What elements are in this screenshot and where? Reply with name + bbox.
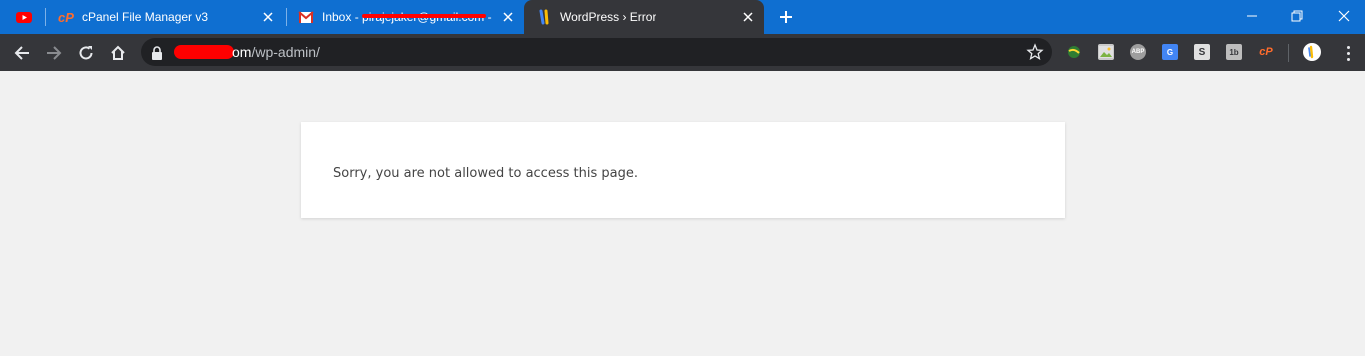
s-icon[interactable]: S (1194, 44, 1210, 60)
cpanel-icon: cP (58, 9, 74, 25)
abp-icon[interactable]: ABP (1130, 44, 1146, 60)
lock-icon (151, 45, 163, 60)
tab-strip: cP cPanel File Manager v3 Inbox - piraje… (0, 0, 1365, 34)
restore-button[interactable] (1287, 6, 1307, 26)
tab-youtube[interactable] (0, 0, 44, 34)
redaction-mark (174, 45, 234, 59)
error-message: Sorry, you are not allowed to access thi… (333, 166, 638, 181)
close-icon[interactable] (260, 9, 276, 25)
tab-title: cPanel File Manager v3 (82, 10, 209, 24)
globe-icon[interactable] (1066, 44, 1082, 60)
url-path: /wp-admin/ (251, 44, 320, 60)
forward-button[interactable] (43, 42, 65, 64)
translate-icon[interactable]: G (1162, 44, 1178, 60)
1b-icon[interactable]: 1b (1226, 44, 1242, 60)
url-text[interactable]: om/wp-admin/ (174, 44, 320, 60)
home-button[interactable] (107, 42, 129, 64)
youtube-icon (16, 9, 32, 25)
reload-button[interactable] (75, 42, 97, 64)
bookmark-star-icon[interactable] (1026, 43, 1044, 61)
address-bar[interactable]: om/wp-admin/ (141, 38, 1052, 66)
close-icon[interactable] (500, 9, 516, 25)
redaction-mark (362, 14, 486, 18)
tab-title: WordPress › Error (560, 10, 657, 24)
close-window-button[interactable] (1334, 6, 1354, 26)
tab-cpanel[interactable]: cP cPanel File Manager v3 (46, 0, 282, 34)
gmail-icon (298, 9, 314, 25)
tab-wordpress-active[interactable]: WordPress › Error (524, 0, 764, 34)
menu-icon[interactable] (1340, 42, 1356, 64)
close-icon[interactable] (740, 9, 756, 25)
new-tab-button[interactable] (776, 7, 796, 27)
svg-text:cP: cP (58, 10, 74, 25)
back-button[interactable] (11, 42, 33, 64)
profile-avatar[interactable] (1303, 43, 1321, 61)
toolbar-separator (1288, 44, 1289, 62)
image-icon[interactable] (1098, 44, 1114, 60)
wordpress-icon (536, 9, 552, 25)
minimize-button[interactable] (1242, 6, 1262, 26)
browser-toolbar: om/wp-admin/ ABP G S 1b cP (0, 34, 1365, 71)
tab-gmail[interactable]: Inbox - pirajejaker@gmail.com - (286, 0, 522, 34)
cpanel-ext-icon[interactable]: cP (1258, 44, 1274, 60)
url-domain-visible: om (232, 44, 252, 60)
error-card: Sorry, you are not allowed to access thi… (301, 122, 1065, 218)
